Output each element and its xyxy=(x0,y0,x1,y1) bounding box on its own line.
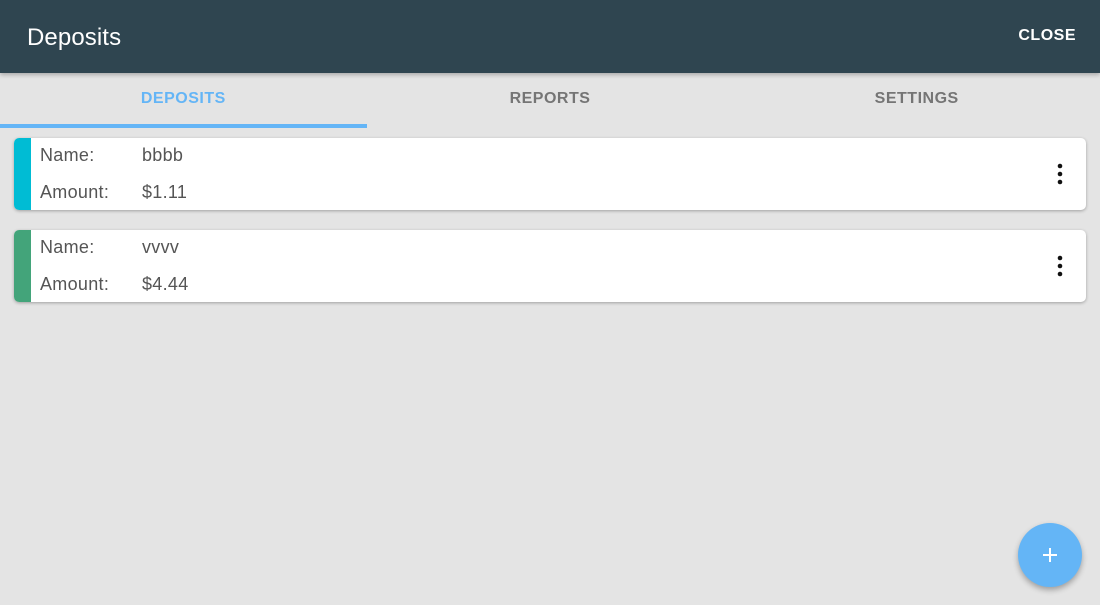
deposit-color-stripe xyxy=(14,230,31,302)
app-toolbar: Deposits CLOSE xyxy=(0,0,1100,73)
active-tab-indicator xyxy=(0,124,367,128)
add-deposit-button[interactable] xyxy=(1018,523,1082,587)
deposit-card[interactable]: Name: bbbb Amount: $1.11 xyxy=(14,138,1086,210)
amount-label: Amount: xyxy=(40,182,110,202)
deposit-list: Name: bbbb Amount: $1.11 Name: vvvv Amou… xyxy=(14,138,1086,322)
tab-reports-label: REPORTS xyxy=(509,90,591,107)
tab-reports[interactable]: REPORTS xyxy=(367,73,734,128)
name-label: Name: xyxy=(40,145,95,165)
tab-settings-label: SETTINGS xyxy=(874,90,959,107)
tab-bar: DEPOSITS REPORTS SETTINGS xyxy=(0,73,1100,128)
deposit-color-stripe xyxy=(14,138,31,210)
deposit-amount: $4.44 xyxy=(142,274,189,294)
tab-deposits-label: DEPOSITS xyxy=(140,90,226,107)
page-title: Deposits xyxy=(27,24,122,51)
name-label: Name: xyxy=(40,237,95,257)
plus-icon xyxy=(1043,548,1057,562)
deposit-name: vvvv xyxy=(142,237,180,257)
deposit-card[interactable]: Name: vvvv Amount: $4.44 xyxy=(14,230,1086,302)
more-vert-icon[interactable] xyxy=(1050,254,1070,278)
close-button[interactable]: CLOSE xyxy=(1018,27,1076,45)
tab-deposits[interactable]: DEPOSITS xyxy=(0,73,367,128)
amount-label: Amount: xyxy=(40,274,110,294)
deposit-name: bbbb xyxy=(142,145,184,165)
deposit-amount: $1.11 xyxy=(142,182,188,202)
tab-settings[interactable]: SETTINGS xyxy=(733,73,1100,128)
app-root: Deposits CLOSE DEPOSITS REPORTS SETTINGS… xyxy=(0,0,1100,605)
more-vert-icon[interactable] xyxy=(1050,162,1070,186)
